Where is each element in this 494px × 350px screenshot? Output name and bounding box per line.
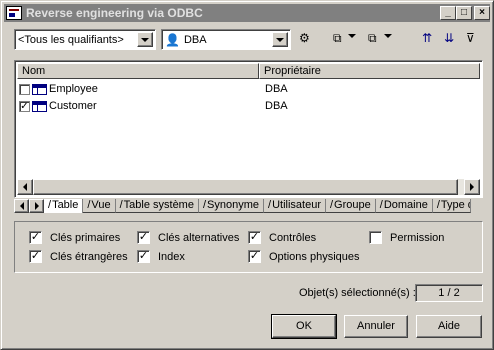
arrow-left-icon — [19, 202, 24, 210]
move-up-icon[interactable]: ⇈ — [422, 31, 432, 45]
chevron-down-icon — [384, 34, 392, 38]
checkbox-controles[interactable]: ✓ Contrôles — [248, 231, 316, 244]
tab-synonyme[interactable]: Synonyme — [198, 199, 265, 213]
checkbox-index[interactable]: ✓ Index — [137, 250, 185, 263]
qualifier-combo[interactable]: <Tous les qualifiants> — [14, 29, 156, 50]
arrow-right-icon — [470, 183, 474, 191]
checkbox-box[interactable]: ✓ — [137, 231, 150, 244]
row-owner: DBA — [265, 100, 288, 112]
checkbox-label: Options physiques — [269, 250, 360, 263]
selection-count-label: Objet(s) sélectionné(s) : — [299, 287, 416, 299]
ok-button[interactable]: OK — [271, 314, 337, 339]
checkbox-box[interactable]: ✓ — [248, 231, 261, 244]
scroll-left-button[interactable] — [17, 179, 33, 195]
horizontal-scrollbar[interactable] — [17, 179, 480, 195]
move-down-icon[interactable]: ⇊ — [444, 31, 454, 45]
tab-table[interactable]: Table — [44, 199, 84, 213]
checkbox-permission[interactable]: Permission — [369, 231, 444, 244]
list-item[interactable]: ✓ Customer — [19, 98, 97, 114]
checkbox-box[interactable] — [369, 231, 382, 244]
tab-groupe[interactable]: Groupe — [325, 199, 376, 213]
qualifier-dropdown-button[interactable] — [137, 32, 153, 47]
list-item[interactable]: Employee — [19, 81, 98, 97]
help-button[interactable]: Aide — [416, 315, 482, 338]
tab-utilisateur[interactable]: Utilisateur — [264, 199, 326, 213]
row-checkbox[interactable] — [19, 83, 30, 95]
filter-icon[interactable]: ⊽ — [466, 31, 475, 45]
table-icon — [32, 100, 47, 112]
checkbox-label: Clés étrangères — [50, 250, 128, 263]
tab-scroll-left[interactable] — [14, 199, 29, 213]
checkbox-box[interactable]: ✓ — [248, 250, 261, 263]
list-header: Nom Propriétaire — [17, 63, 480, 79]
checkbox-box[interactable]: ✓ — [29, 231, 42, 244]
maximize-button[interactable]: □ — [456, 6, 472, 20]
user-icon: 👤 — [165, 32, 180, 47]
tab-domaine[interactable]: Domaine — [375, 199, 433, 213]
object-type-tabs: Table Vue Table système Synonyme Utilisa… — [14, 199, 483, 215]
chevron-down-icon — [348, 34, 356, 38]
deselect-all-icon[interactable]: ⧉ — [368, 31, 377, 46]
chevron-down-icon — [141, 37, 149, 42]
row-name: Customer — [49, 100, 97, 112]
checkbox-label: Clés primaires — [50, 231, 121, 244]
row-checkbox[interactable]: ✓ — [19, 100, 30, 112]
column-header-owner[interactable]: Propriétaire — [259, 63, 480, 79]
owner-combo[interactable]: 👤 DBA — [161, 29, 291, 50]
checkbox-label: Clés alternatives — [158, 231, 240, 244]
checkbox-box[interactable]: ✓ — [29, 250, 42, 263]
checkbox-cles-etrangeres[interactable]: ✓ Clés étrangères — [29, 250, 128, 263]
scroll-thumb[interactable] — [33, 179, 458, 195]
table-icon — [32, 83, 47, 95]
selection-count-value: 1 / 2 — [415, 284, 483, 302]
checkbox-label: Index — [158, 250, 185, 263]
options-group: ✓ Clés primaires ✓ Clés étrangères ✓ Clé… — [14, 221, 483, 273]
checkbox-cles-primaires[interactable]: ✓ Clés primaires — [29, 231, 120, 244]
arrow-right-icon — [34, 202, 39, 210]
select-all-icon[interactable]: ⧉ — [333, 31, 342, 46]
row-name: Employee — [49, 83, 98, 95]
window-title: Reverse engineering via ODBC — [26, 6, 203, 20]
tab-table-systeme[interactable]: Table système — [115, 199, 199, 213]
column-header-name[interactable]: Nom — [17, 63, 259, 79]
scroll-right-button[interactable] — [464, 179, 480, 195]
owner-select-icon[interactable]: ⚙ — [299, 31, 310, 45]
deselect-all-dropdown[interactable] — [384, 34, 392, 38]
owner-dropdown-button[interactable] — [272, 32, 288, 47]
select-all-dropdown[interactable] — [348, 34, 356, 38]
checkbox-box[interactable]: ✓ — [137, 250, 150, 263]
chevron-down-icon — [276, 37, 284, 42]
owner-value: DBA — [183, 33, 207, 46]
row-owner: DBA — [265, 83, 288, 95]
dialog-window: Reverse engineering via ODBC _ □ × <Tous… — [0, 0, 494, 350]
title-bar[interactable]: Reverse engineering via ODBC _ □ × — [4, 4, 490, 22]
qualifier-value: <Tous les qualifiants> — [18, 33, 124, 46]
tab-vue[interactable]: Vue — [83, 199, 116, 213]
checkbox-options-physiques[interactable]: ✓ Options physiques — [248, 250, 360, 263]
checkbox-label: Contrôles — [269, 231, 317, 244]
app-icon — [6, 6, 22, 20]
object-list[interactable]: Nom Propriétaire Employee DBA ✓ Customer… — [14, 60, 483, 198]
tab-type[interactable]: Type d — [432, 199, 471, 213]
checkbox-label: Permission — [390, 231, 445, 244]
checkbox-cles-alternatives[interactable]: ✓ Clés alternatives — [137, 231, 239, 244]
cancel-button[interactable]: Annuler — [344, 315, 408, 338]
close-button[interactable]: × — [474, 6, 490, 20]
minimize-button[interactable]: _ — [440, 6, 456, 20]
tab-scroll-right[interactable] — [29, 199, 44, 213]
arrow-left-icon — [23, 183, 27, 191]
